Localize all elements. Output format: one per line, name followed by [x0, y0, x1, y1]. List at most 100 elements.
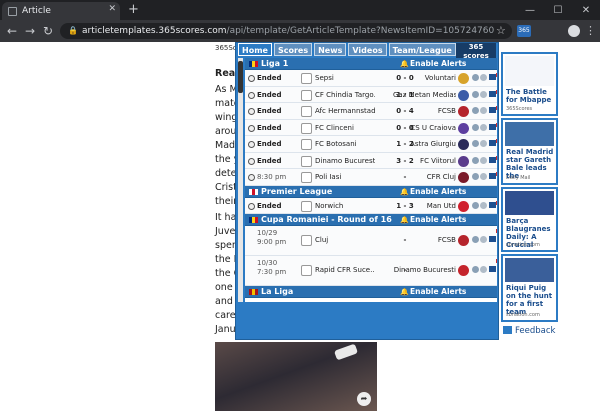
enable-alerts-link[interactable]: Enable Alerts — [410, 58, 466, 70]
enable-alerts-link[interactable]: Enable Alerts — [410, 186, 466, 198]
article-text-line: Janu — [215, 324, 236, 335]
match-info-icon[interactable] — [472, 173, 479, 180]
match-stats-icon[interactable] — [480, 173, 487, 180]
broadcast-icon[interactable] — [489, 90, 496, 97]
match-info-icon[interactable] — [472, 140, 479, 147]
match-stats-icon[interactable] — [480, 74, 487, 81]
minimize-button[interactable]: — — [516, 0, 544, 20]
match-row[interactable]: Ended FC Botosani 1 - 2 Astra Giurgiu — [245, 136, 497, 153]
match-stats-icon[interactable] — [480, 140, 487, 147]
article-text-line: Juve — [215, 226, 236, 237]
tab-videos[interactable]: Videos — [348, 43, 387, 56]
match-stats-icon[interactable] — [480, 201, 487, 209]
home-team: CF Chindia Targo… — [315, 90, 375, 99]
match-row[interactable]: Ended CF Chindia Targo… 1 - 1 Gaz Metan Med… — [245, 86, 497, 103]
reload-icon[interactable]: ↻ — [40, 23, 56, 39]
news-item[interactable]: Riqui Puig on the hunt for a first team s… — [501, 254, 558, 322]
popup-scrollbar[interactable] — [238, 58, 243, 302]
match-stats-icon[interactable] — [480, 266, 487, 273]
away-team-crest-icon — [458, 155, 469, 167]
tv-icon — [496, 155, 497, 160]
tab-team-league[interactable]: Team/League — [388, 43, 456, 56]
broadcast-icon[interactable] — [489, 74, 496, 80]
league-header[interactable]: Cupa Romaniei - Round of 16 🔔 Enable Alert… — [245, 214, 497, 226]
match-row[interactable]: Ended Sepsi 0 - 0 Voluntari — [245, 70, 497, 87]
home-team: Poli Iasi — [315, 173, 342, 181]
broadcast-icon[interactable] — [489, 123, 496, 130]
feedback-link[interactable]: Feedback — [503, 326, 555, 336]
broadcast-icon[interactable] — [489, 266, 496, 272]
article-photo: ➦ — [215, 342, 377, 411]
news-item[interactable]: The Battle for Mbappe 365Scores — [501, 52, 558, 116]
match-row[interactable]: Ended FC Clinceni 0 - 0 CS U Craiova — [245, 119, 497, 136]
match-row[interactable]: Ended Norwich 1 - 3 Man Utd — [245, 197, 497, 214]
close-window-button[interactable]: ✕ — [572, 0, 600, 20]
match-row[interactable]: 8:30 pm Poli Iasi - CFR Cluj — [245, 169, 497, 186]
match-list: Liga 1 🔔 Enable Alerts Ended Sepsi 0 - 0 Volun… — [245, 58, 497, 302]
bookmark-star-icon[interactable]: ☆ — [496, 23, 506, 39]
profile-avatar[interactable] — [568, 25, 580, 37]
tab-news[interactable]: News — [314, 43, 347, 56]
maximize-button[interactable]: ☐ — [544, 0, 572, 20]
browser-menu-icon[interactable]: ⋮ — [585, 24, 596, 37]
match-info-icon[interactable] — [472, 107, 479, 114]
url-path: /api/template/GetArticleTemplate?NewsIte… — [226, 26, 495, 36]
match-stats-icon[interactable] — [480, 90, 487, 98]
match-row[interactable]: 10/30 7:30 pm Rapid CFR Suce… - Dinamo Bucu… — [245, 256, 497, 286]
extension-popup: HomeScoresNewsVideosTeam/League⚙ 365scor… — [235, 42, 499, 340]
broadcast-icon[interactable] — [489, 236, 496, 242]
new-tab-button[interactable]: + — [128, 2, 139, 18]
news-item[interactable]: Barça Blaugranes Daily: A Crucial sbnatio… — [501, 187, 558, 252]
enable-alerts-link[interactable]: Enable Alerts — [410, 286, 466, 298]
broadcast-icon[interactable] — [489, 107, 496, 113]
broadcast-icon[interactable] — [489, 173, 496, 179]
home-team: Afc Hermannstadt — [315, 107, 375, 115]
match-stats-icon[interactable] — [480, 107, 487, 114]
enable-alerts-link[interactable]: Enable Alerts — [410, 214, 466, 226]
close-tab-icon[interactable]: ✕ — [108, 4, 116, 14]
match-info-icon[interactable] — [472, 74, 479, 81]
match-row[interactable]: Ended Afc Hermannstadt 0 - 4 FCSB — [245, 103, 497, 120]
news-column: The Battle for Mbappe 365Scores Real Madri… — [501, 42, 558, 338]
share-icon[interactable]: ➦ — [357, 392, 371, 406]
browser-tab[interactable]: Article ✕ — [2, 2, 120, 20]
365scores-extension-icon[interactable]: 365 — [517, 25, 531, 37]
broadcast-icon[interactable] — [489, 201, 496, 208]
league-header[interactable]: La Liga 🔔 Enable Alerts — [245, 286, 497, 298]
home-team-crest-icon — [301, 235, 312, 246]
away-team: CS U Craiova — [410, 123, 456, 132]
match-info-icon[interactable] — [472, 266, 479, 273]
match-status: Ended — [257, 123, 282, 132]
home-team: Rapid CFR Suce… — [315, 266, 375, 274]
news-item[interactable]: Real Madrid star Gareth Bale leads the Da… — [501, 118, 558, 185]
match-info-icon[interactable] — [472, 201, 479, 209]
match-stats-icon[interactable] — [480, 123, 487, 131]
tv-icon — [496, 200, 497, 205]
ball-icon — [248, 124, 255, 132]
country-flag-icon — [249, 289, 258, 295]
news-thumbnail — [505, 191, 554, 215]
tab-scores[interactable]: Scores — [273, 43, 313, 56]
news-source: Daily Mail — [506, 175, 531, 181]
broadcast-icon[interactable] — [489, 156, 496, 163]
away-team-crest-icon — [458, 122, 469, 134]
away-team: FCSB — [437, 107, 456, 115]
league-header[interactable]: Premier League 🔔 Enable Alerts — [245, 185, 497, 198]
forward-icon[interactable]: → — [22, 23, 38, 39]
match-info-icon[interactable] — [472, 236, 479, 243]
news-thumbnail — [505, 258, 554, 282]
broadcast-icon[interactable] — [489, 140, 496, 146]
league-header[interactable]: Liga 1 🔔 Enable Alerts — [245, 58, 497, 70]
tab-home[interactable]: Home — [238, 43, 272, 56]
match-info-icon[interactable] — [472, 156, 479, 164]
match-stats-icon[interactable] — [480, 156, 487, 164]
match-stats-icon[interactable] — [480, 236, 487, 243]
address-bar[interactable]: 🔒 articletemplates.365scores.com/api/tem… — [60, 23, 512, 39]
scrollbar-thumb[interactable] — [238, 61, 243, 93]
match-row[interactable]: 10/29 9:00 pm Cluj - FCSB — [245, 226, 497, 256]
back-icon[interactable]: ← — [4, 23, 20, 39]
match-info-icon[interactable] — [472, 123, 479, 131]
match-row[interactable]: Ended Dinamo Bucuresti 3 - 2 FC Viitorul — [245, 152, 497, 169]
match-info-icon[interactable] — [472, 90, 479, 98]
home-team-crest-icon — [301, 265, 312, 276]
